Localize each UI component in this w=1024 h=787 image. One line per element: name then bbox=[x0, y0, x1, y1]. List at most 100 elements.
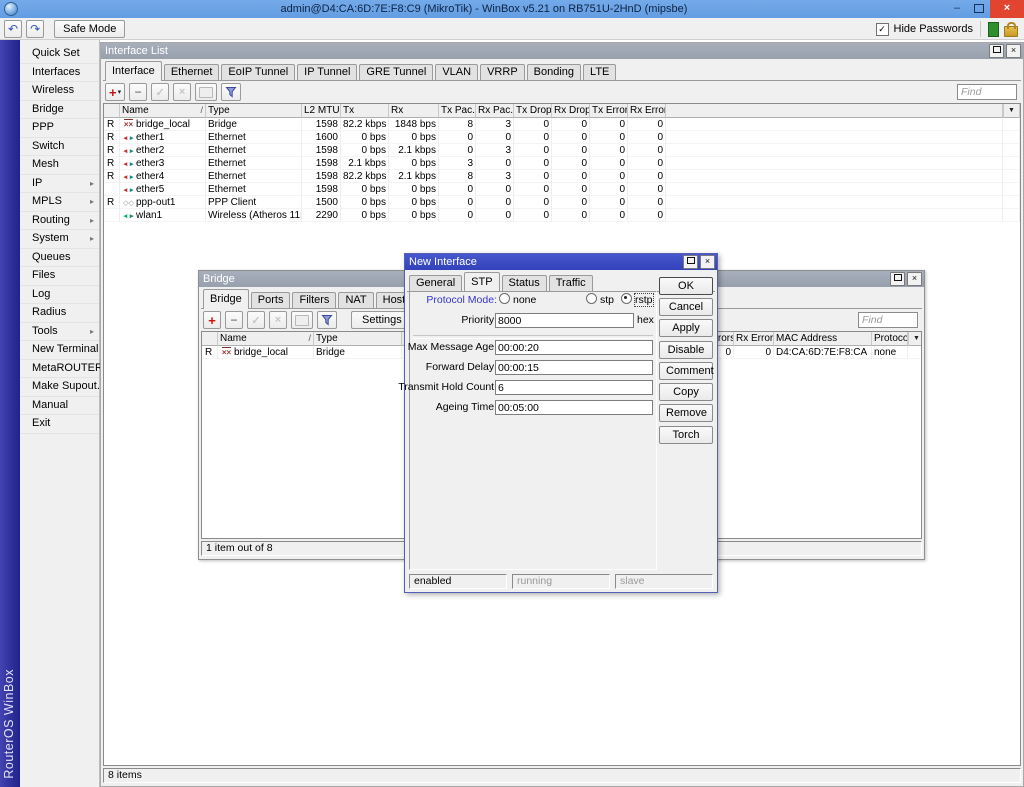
sidebar-item-radius[interactable]: Radius bbox=[20, 304, 99, 323]
cancel-button[interactable]: Cancel bbox=[659, 298, 713, 316]
restore-button[interactable] bbox=[890, 272, 905, 286]
cell-tx_errors[interactable]: 0 bbox=[590, 196, 628, 209]
column-header-l2-mtu[interactable]: L2 MTU bbox=[302, 104, 341, 118]
table-row[interactable]: Rppp-out1PPP Client15000 bps0 bps000000 bbox=[104, 196, 1020, 209]
sidebar-item-quick-set[interactable]: Quick Set bbox=[20, 45, 99, 64]
cell-rx_errors[interactable]: 0 bbox=[628, 183, 666, 196]
cell-rx_pac[interactable]: 0 bbox=[476, 131, 514, 144]
disable-button[interactable]: × bbox=[173, 83, 191, 101]
find-input[interactable] bbox=[858, 312, 918, 328]
tab-ports[interactable]: Ports bbox=[251, 292, 291, 308]
sidebar-item-log[interactable]: Log bbox=[20, 286, 99, 305]
close-button[interactable]: × bbox=[907, 272, 922, 286]
cell-rx_pac[interactable]: 0 bbox=[476, 196, 514, 209]
cell-type[interactable]: Ethernet bbox=[206, 170, 302, 183]
cell-tx[interactable]: 0 bps bbox=[341, 196, 389, 209]
cell-flag[interactable] bbox=[104, 183, 120, 196]
comment-button[interactable] bbox=[195, 83, 217, 101]
cell-tx_pac[interactable]: 0 bbox=[439, 144, 476, 157]
cell-type[interactable]: PPP Client bbox=[206, 196, 302, 209]
undo-button[interactable]: ↶ bbox=[4, 20, 22, 38]
tab-gre-tunnel[interactable]: GRE Tunnel bbox=[359, 64, 433, 80]
cell-name[interactable]: bridge_local bbox=[218, 346, 314, 359]
cell-tx_errors[interactable]: 0 bbox=[590, 170, 628, 183]
ok-button[interactable]: OK bbox=[659, 277, 713, 295]
safe-mode-button[interactable]: Safe Mode bbox=[54, 20, 125, 38]
cell-tx_drops[interactable]: 0 bbox=[514, 118, 552, 131]
sidebar-item-mpls[interactable]: MPLS▸ bbox=[20, 193, 99, 212]
column-header-name[interactable]: Name/ bbox=[120, 104, 206, 118]
sidebar-item-mesh[interactable]: Mesh bbox=[20, 156, 99, 175]
cell-l2mtu[interactable]: 1598 bbox=[302, 170, 341, 183]
column-header-tx-pac[interactable]: Tx Pac... bbox=[439, 104, 476, 118]
protocol-mode-radio-none[interactable]: none bbox=[499, 293, 536, 308]
cell-l2mtu[interactable]: 1598 bbox=[302, 183, 341, 196]
cell-rx_drops[interactable]: 0 bbox=[552, 170, 590, 183]
add-button[interactable]: + bbox=[203, 311, 221, 329]
cell-name[interactable]: bridge_local bbox=[120, 118, 206, 131]
tab-filters[interactable]: Filters bbox=[292, 292, 336, 308]
tab-bonding[interactable]: Bonding bbox=[527, 64, 581, 80]
close-button[interactable]: × bbox=[700, 255, 715, 269]
cell-rx_drops[interactable]: 0 bbox=[552, 183, 590, 196]
cell-protocol[interactable]: none bbox=[872, 346, 908, 359]
cell-l2mtu[interactable]: 1500 bbox=[302, 196, 341, 209]
tab-status[interactable]: Status bbox=[502, 275, 547, 291]
cell-name[interactable]: ether5 bbox=[120, 183, 206, 196]
sidebar-item-manual[interactable]: Manual bbox=[20, 397, 99, 416]
filter-button[interactable] bbox=[221, 83, 241, 101]
remove-button[interactable]: Remove bbox=[659, 404, 713, 422]
cell-tx_pac[interactable]: 0 bbox=[439, 209, 476, 222]
apply-button[interactable]: Apply bbox=[659, 319, 713, 337]
cell-rx[interactable]: 2.1 kbps bbox=[389, 170, 439, 183]
cell-tx[interactable]: 0 bps bbox=[341, 144, 389, 157]
cell-rx_errors[interactable]: 0 bbox=[628, 170, 666, 183]
column-selector-button[interactable]: ▼ bbox=[908, 332, 922, 346]
column-header-flag[interactable] bbox=[202, 332, 218, 346]
cell-name[interactable]: wlan1 bbox=[120, 209, 206, 222]
sidebar-item-system[interactable]: System▸ bbox=[20, 230, 99, 249]
tab-traffic[interactable]: Traffic bbox=[549, 275, 593, 291]
cell-rx_pac[interactable]: 3 bbox=[476, 144, 514, 157]
cell-rx_errors[interactable]: 0 bbox=[628, 118, 666, 131]
cell-tx_drops[interactable]: 0 bbox=[514, 209, 552, 222]
cell-rx_errors[interactable]: 0 bbox=[628, 131, 666, 144]
cell-rx_drops[interactable]: 0 bbox=[552, 131, 590, 144]
tab-stp[interactable]: STP bbox=[464, 272, 499, 292]
column-header-rx[interactable]: Rx bbox=[389, 104, 439, 118]
cell-rx_errors[interactable]: 0 bbox=[628, 144, 666, 157]
tab-interface[interactable]: Interface bbox=[105, 61, 162, 81]
sidebar-item-make-supout-rif[interactable]: Make Supout.rif bbox=[20, 378, 99, 397]
sidebar-item-routing[interactable]: Routing▸ bbox=[20, 212, 99, 231]
cell-rx_errors[interactable]: 0 bbox=[734, 346, 774, 359]
cell-tx_errors[interactable]: 0 bbox=[590, 118, 628, 131]
tab-general[interactable]: General bbox=[409, 275, 462, 291]
cell-tx[interactable]: 0 bps bbox=[341, 131, 389, 144]
cell-type[interactable]: Ethernet bbox=[206, 144, 302, 157]
enable-button[interactable]: ✓ bbox=[151, 83, 169, 101]
table-row[interactable]: Rether1Ethernet16000 bps0 bps000000 bbox=[104, 131, 1020, 144]
cell-rx_pac[interactable]: 0 bbox=[476, 157, 514, 170]
comment-button[interactable] bbox=[291, 311, 313, 329]
cell-rx_pac[interactable]: 0 bbox=[476, 183, 514, 196]
cell-tx_drops[interactable]: 0 bbox=[514, 183, 552, 196]
cell-flag[interactable]: R bbox=[104, 170, 120, 183]
find-input[interactable] bbox=[957, 84, 1017, 100]
cell-flag[interactable]: R bbox=[104, 157, 120, 170]
column-header-rx-pac[interactable]: Rx Pac... bbox=[476, 104, 514, 118]
cell-type[interactable]: Ethernet bbox=[206, 157, 302, 170]
cell-rx_drops[interactable]: 0 bbox=[552, 118, 590, 131]
cell-tx_pac[interactable]: 8 bbox=[439, 118, 476, 131]
sidebar-item-queues[interactable]: Queues bbox=[20, 249, 99, 268]
cell-rx_drops[interactable]: 0 bbox=[552, 209, 590, 222]
table-row[interactable]: ether5Ethernet15980 bps0 bps000000 bbox=[104, 183, 1020, 196]
column-header-flag[interactable] bbox=[104, 104, 120, 118]
add-button[interactable]: +▾ bbox=[105, 83, 125, 101]
close-button[interactable]: × bbox=[990, 0, 1024, 18]
tab-vrrp[interactable]: VRRP bbox=[480, 64, 525, 80]
tab-vlan[interactable]: VLAN bbox=[435, 64, 478, 80]
cell-rx_drops[interactable]: 0 bbox=[552, 157, 590, 170]
cell-rx_errors[interactable]: 0 bbox=[628, 157, 666, 170]
cell-tx_pac[interactable]: 0 bbox=[439, 131, 476, 144]
cell-tx_drops[interactable]: 0 bbox=[514, 196, 552, 209]
